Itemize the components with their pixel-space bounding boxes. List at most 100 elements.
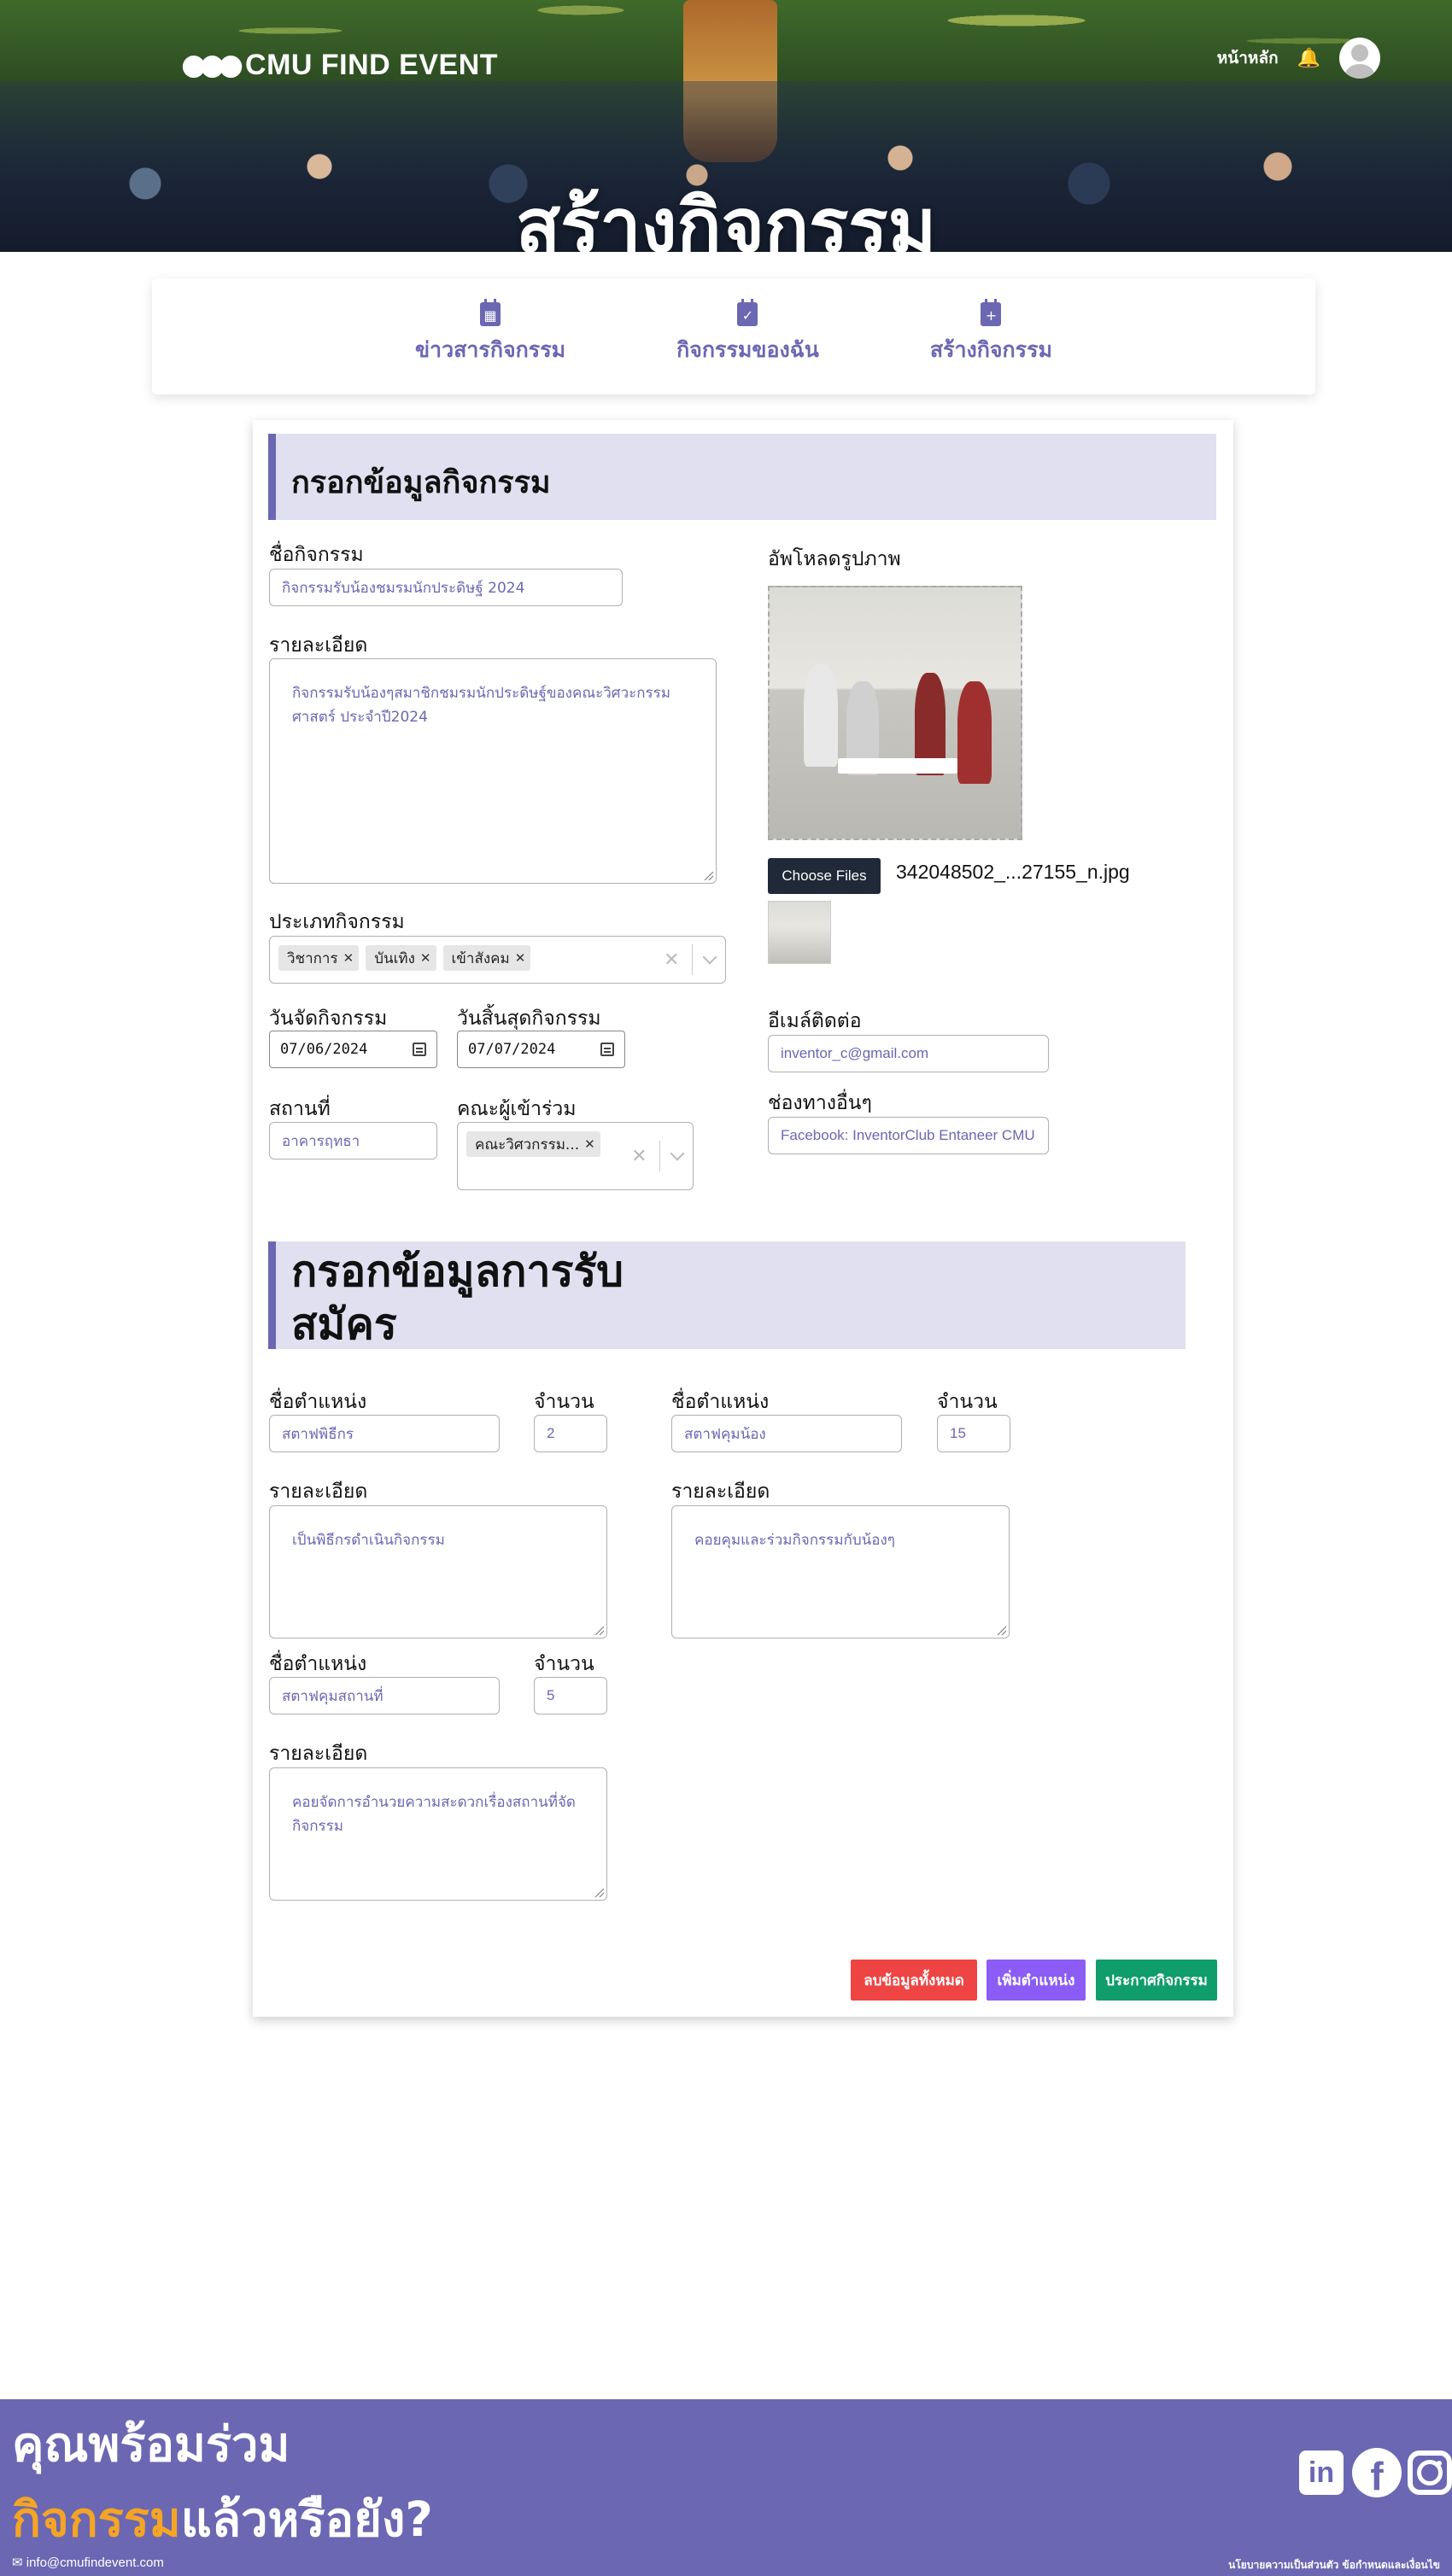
position-name-label: ชื่อตำแหน่ง [269, 1391, 367, 1413]
position-count-input[interactable]: 2 [534, 1415, 607, 1452]
start-date-value: 07/06/2024 [280, 1041, 368, 1058]
footer-headline-line2: กิจกรรมแล้วหรือยัง? [12, 2481, 433, 2557]
start-date-input[interactable]: 07/06/2024 [269, 1031, 437, 1068]
email-input[interactable]: inventor_c@gmail.com [768, 1035, 1049, 1072]
chip-label: บันเทิง [374, 949, 415, 967]
chevron-down-icon[interactable] [670, 1146, 685, 1161]
type-chip: เข้าสังคม ✕ [442, 945, 531, 971]
footer-email[interactable]: ✉ info@cmufindevent.com [12, 2555, 164, 2570]
photo-person [957, 681, 992, 784]
photo-table [838, 758, 957, 774]
publish-event-button[interactable]: ประกาศกิจกรรม [1096, 1960, 1217, 2001]
type-chip: บันเทิง ✕ [366, 945, 436, 971]
faculty-label: คณะผู้เข้าร่วม [457, 1098, 577, 1120]
choose-files-button[interactable]: Choose Files [768, 858, 881, 894]
footer-email-text: info@cmufindevent.com [26, 2556, 164, 2570]
chip-label: เข้าสังคม [451, 949, 510, 967]
remove-chip-icon[interactable]: ✕ [515, 950, 526, 966]
tab-my-events[interactable]: ✓ กิจกรรมของฉัน [676, 299, 819, 394]
tab-news[interactable]: ▦ ข่าวสารกิจกรรม [414, 299, 566, 394]
position-count-label: จำนวน [534, 1653, 594, 1675]
event-type-select[interactable]: วิชาการ ✕ บันเทิง ✕ เข้าสังคม ✕ ✕ [269, 936, 726, 984]
position-detail-textarea[interactable]: คอยจัดการอำนวยความสะดวกเรื่องสถานที่จัดก… [269, 1767, 607, 1901]
end-date-label: วันสิ้นสุดกิจกรรม [457, 1008, 601, 1030]
facebook-icon[interactable]: f [1352, 2448, 1402, 2498]
event-name-input[interactable]: กิจกรรมรับน้องชมรมนักประดิษฐ์ 2024 [269, 569, 623, 606]
footer-headline-rest: แล้วหรือยัง? [180, 2492, 433, 2548]
footer: คุณพร้อมร่วม กิจกรรมแล้วหรือยัง? ✉ info@… [0, 2399, 1452, 2576]
type-chip: วิชาการ ✕ [278, 945, 360, 971]
instagram-icon[interactable] [1408, 2450, 1452, 2495]
bell-icon[interactable]: 🔔 [1297, 48, 1320, 69]
uploaded-image-preview [768, 586, 1022, 840]
nav-home-link[interactable]: หน้าหลัก [1217, 45, 1279, 71]
remove-chip-icon[interactable]: ✕ [584, 1136, 595, 1152]
hero-banner: ●●● CMU FIND EVENT หน้าหลัก 🔔 สร้างกิจกร… [0, 0, 1452, 252]
page-title: สร้างกิจกรรม [515, 184, 937, 252]
remove-chip-icon[interactable]: ✕ [420, 950, 431, 966]
tab-label: กิจกรรมของฉัน [676, 337, 819, 362]
event-type-label: ประเภทกิจกรรม [269, 911, 405, 933]
other-contact-label: ช่องทางอื่นๆ [768, 1092, 872, 1114]
image-thumbnail[interactable] [768, 901, 831, 964]
position-count-input[interactable]: 5 [534, 1677, 607, 1714]
faculty-chips: คณะวิศวกรรม... ✕ [458, 1123, 621, 1189]
footer-headline-line1: คุณพร้อมร่วม [12, 2417, 290, 2473]
chip-label: วิชาการ [287, 949, 338, 967]
chevron-down-icon[interactable] [702, 949, 717, 965]
add-position-button[interactable]: เพิ่มตำแหน่ง [987, 1960, 1086, 2001]
apply-title-line2: สมัคร [291, 1300, 397, 1349]
end-date-input[interactable]: 07/07/2024 [457, 1031, 625, 1068]
calendar-check-icon: ✓ [737, 299, 758, 326]
event-type-chips: วิชาการ ✕ บันเทิง ✕ เข้าสังคม ✕ [270, 937, 653, 983]
footer-links[interactable]: นโยบายความเป็นส่วนตัว ข้อกำหนดและเงื่อนไ… [1228, 2557, 1440, 2573]
position-detail-label: รายละเอียด [269, 1743, 368, 1765]
tab-create-event[interactable]: + สร้างกิจกรรม [930, 299, 1052, 394]
tab-label: ข่าวสารกิจกรรม [414, 337, 566, 362]
position-count-label: จำนวน [534, 1391, 594, 1413]
calendar-plus-icon: + [981, 299, 1002, 326]
chip-label: คณะวิศวกรรม... [475, 1136, 580, 1154]
email-label: อีเมล์ติดต่อ [768, 1010, 862, 1032]
clear-icon[interactable]: ✕ [631, 1146, 647, 1167]
position-name-input[interactable]: สตาฟคุมสถานที่ [269, 1677, 500, 1714]
end-date-value: 07/07/2024 [468, 1041, 556, 1058]
position-detail-textarea[interactable]: เป็นพิธีกรดำเนินกิจกรรม [269, 1505, 607, 1638]
position-count-input[interactable]: 15 [937, 1415, 1010, 1452]
other-contact-input[interactable]: Facebook: InventorClub Entaneer CMU [768, 1117, 1049, 1154]
selected-file-name: 342048502_...27155_n.jpg [896, 861, 1130, 883]
brand-logo[interactable]: ●●● CMU FIND EVENT [181, 48, 498, 82]
calendar-icon[interactable] [600, 1043, 614, 1056]
linkedin-icon[interactable]: in [1299, 2450, 1344, 2495]
event-detail-textarea[interactable]: กิจกรรมรับน้องๆสมาชิกชมรมนักประดิษฐ์ของค… [269, 658, 717, 884]
select-controls: ✕ [653, 937, 725, 983]
apply-title-line1: กรอกข้อมูลการรับ [291, 1247, 624, 1296]
place-input[interactable]: อาคารฤทธา [269, 1122, 437, 1159]
position-count-label: จำนวน [937, 1391, 998, 1413]
photo-person [804, 664, 838, 767]
calendar-icon[interactable] [413, 1043, 426, 1056]
divider [659, 1141, 660, 1171]
avatar[interactable] [1339, 38, 1380, 79]
tab-bar: ▦ ข่าวสารกิจกรรม ✓ กิจกรรมของฉัน + สร้าง… [152, 278, 1315, 394]
event-section-title: กรอกข้อมูลกิจกรรม [291, 465, 551, 500]
mail-icon: ✉ [12, 2556, 26, 2570]
footer-highlight: กิจกรรม [12, 2492, 181, 2548]
clear-all-button[interactable]: ลบข้อมูลทั้งหมด [851, 1960, 977, 2001]
position-name-label: ชื่อตำแหน่ง [671, 1391, 770, 1413]
position-name-input[interactable]: สตาฟพิธีกร [269, 1415, 500, 1452]
position-detail-textarea[interactable]: คอยคุมและร่วมกิจกรรมกับน้องๆ [671, 1505, 1010, 1638]
position-name-input[interactable]: สตาฟคุมน้อง [671, 1415, 902, 1452]
faculty-select[interactable]: คณะวิศวกรรม... ✕ ✕ [457, 1122, 694, 1190]
top-navigation: หน้าหลัก 🔔 [1217, 38, 1380, 79]
brand-name: CMU FIND EVENT [245, 48, 499, 81]
place-label: สถานที่ [269, 1098, 331, 1120]
people-icon: ●●● [181, 48, 243, 82]
upload-label: อัพโหลดรูปภาพ [768, 548, 901, 570]
event-detail-label: รายละเอียด [269, 634, 368, 657]
event-section-header: กรอกข้อมูลกิจกรรม [268, 434, 1216, 520]
remove-chip-icon[interactable]: ✕ [343, 950, 354, 966]
position-detail-label: รายละเอียด [269, 1481, 368, 1503]
clear-icon[interactable]: ✕ [664, 949, 679, 971]
start-date-label: วันจัดกิจกรรม [269, 1008, 388, 1030]
